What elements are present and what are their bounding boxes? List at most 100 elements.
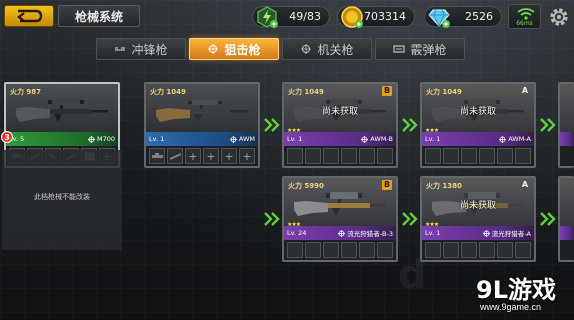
upgrade-arrow-icon	[402, 118, 418, 132]
attachment-slots: + + + +	[149, 148, 255, 164]
upgrade-arrow-icon	[264, 118, 280, 132]
weapon-image-area: 火力 1380 A 尚未获取	[422, 178, 534, 226]
weapon-card-hunter-b3[interactable]: 火力 5990 B ★★★ Lv. 24 流光狩猎者-B-3	[282, 176, 398, 262]
crosshair-icon	[499, 135, 507, 143]
diamond-icon	[428, 9, 450, 28]
star-rating: ★★★	[425, 127, 439, 134]
tab-machinegun[interactable]: 机关枪	[282, 38, 372, 60]
crosshair-icon	[87, 135, 95, 143]
weapon-card-awm-b[interactable]: 火力 1049 B 尚未获取 ★★★ Lv. 1 AWM-B	[282, 82, 398, 168]
crosshair-icon	[482, 229, 490, 237]
weapon-level: Lv. 1	[425, 135, 441, 143]
energy-plus-icon	[257, 6, 278, 28]
upgrade-arrow-icon	[264, 212, 280, 226]
empty-attachment-slot	[377, 242, 393, 258]
tab-shotgun-label: 霰弹枪	[410, 42, 447, 57]
weapon-card-awm[interactable]: 火力 1049 Lv. 1 AWM + + + +	[144, 82, 260, 168]
empty-attachment-slot	[461, 242, 477, 258]
add-attachment-button[interactable]: +	[185, 148, 201, 164]
weapon-image-area: 火力 5990 B	[284, 178, 396, 226]
empty-attachment-slot	[359, 148, 375, 164]
watermark-url: www.9game.cn	[480, 302, 542, 312]
weapon-info-bar: ★★★ Lv. 1 AWM-A	[422, 127, 534, 146]
weapon-info-bar: ★★★ Lv. 1 流光狩猎者-A	[422, 221, 534, 240]
tab-smg[interactable]: 冲锋枪	[96, 38, 186, 60]
weapon-card-partial[interactable]	[558, 82, 574, 168]
weapon-info-bar	[560, 226, 574, 240]
weapon-image-area	[560, 84, 574, 132]
star-rating: ★★★	[287, 127, 301, 134]
diamond-value: 2526	[465, 10, 493, 23]
energy-value: 49/83	[289, 10, 321, 23]
weapon-name-group: 流光狩猎者-B-3	[338, 228, 393, 238]
upgrade-arrow-icon	[540, 212, 556, 226]
top-bar: 枪械系统 49/83 703314 2526 66ms	[0, 0, 574, 32]
star-rating: ★★★	[425, 221, 439, 228]
tab-shotgun[interactable]: 霰弹枪	[375, 38, 465, 60]
weapon-card-hunter-a[interactable]: 火力 1380 A 尚未获取 ★★★ Lv. 1 流光狩猎者-A	[420, 176, 536, 262]
back-button[interactable]	[4, 5, 54, 27]
diamond-counter[interactable]: 2526	[424, 6, 502, 28]
barrel-attachment-icon	[169, 152, 181, 160]
tab-machinegun-label: 机关枪	[317, 42, 354, 57]
attachment-slots	[287, 148, 393, 164]
weapon-name: 流光狩猎者-A	[491, 230, 531, 238]
weapon-level: Lv. 24	[287, 229, 307, 237]
empty-attachment-slot	[515, 148, 531, 164]
empty-attachment-slot	[479, 148, 495, 164]
rifle-icon	[16, 99, 108, 122]
ping-label: 66ms	[516, 20, 533, 27]
add-attachment-button[interactable]: +	[221, 148, 237, 164]
weapon-name: AWM-B	[370, 135, 393, 143]
attachment-slot[interactable]	[167, 148, 183, 164]
energy-counter[interactable]: 49/83	[252, 6, 330, 28]
weapon-name-group: AWM-B	[361, 135, 393, 143]
attachment-slots	[425, 148, 531, 164]
tab-sniper[interactable]: 狙击枪	[189, 38, 279, 60]
empty-attachment-slot	[359, 242, 375, 258]
empty-attachment-slot	[479, 242, 495, 258]
upgrade-arrow-icon	[540, 118, 556, 132]
weapon-name-group: 流光狩猎者-A	[482, 228, 531, 238]
weapon-name-group: M700	[87, 135, 115, 143]
weapon-info-bar: ★★★ Lv. 1 AWM-B	[284, 127, 396, 146]
attachment-slot[interactable]	[149, 148, 165, 164]
weapon-category-tabs: 冲锋枪 狙击枪 机关枪 霰弹枪	[96, 38, 465, 60]
crosshair-icon	[208, 44, 219, 54]
weapon-image-area	[560, 178, 574, 226]
gear-icon[interactable]	[547, 5, 571, 29]
weapon-image-area: 火力 987	[6, 84, 118, 132]
empty-attachment-slot	[497, 148, 513, 164]
empty-attachment-slot	[461, 148, 477, 164]
crosshair-icon	[338, 229, 346, 237]
scope-attachment-icon	[151, 152, 163, 158]
empty-attachment-slot	[323, 242, 339, 258]
not-acquired-label: 尚未获取	[459, 201, 496, 211]
weapon-level: Lv. 5	[9, 135, 25, 143]
gold-counter[interactable]: 703314	[337, 6, 415, 28]
no-modification-text: 此档枪械不能改装	[34, 193, 90, 201]
weapon-info-bar	[560, 132, 574, 146]
empty-attachment-slot	[443, 242, 459, 258]
weapon-card-partial[interactable]	[558, 176, 574, 262]
weapon-info-bar: Lv. 1 AWM	[146, 132, 258, 146]
weapon-info-bar: Lv. 5 M700	[6, 132, 118, 146]
weapon-info-bar: ★★★ Lv. 24 流光狩猎者-B-3	[284, 221, 396, 240]
empty-attachment-slot	[323, 148, 339, 164]
site-watermark: 9L游戏 www.9game.cn	[476, 270, 572, 318]
not-acquired-label: 尚未获取	[321, 107, 358, 117]
gold-value: 703314	[364, 10, 406, 23]
add-attachment-button[interactable]: +	[239, 148, 255, 164]
page-title: 枪械系统	[58, 5, 140, 27]
empty-attachment-slot	[497, 242, 513, 258]
empty-attachment-slot	[305, 242, 321, 258]
weapon-card-awm-a[interactable]: 火力 1049 A 尚未获取 ★★★ Lv. 1 AWM-A	[420, 82, 536, 168]
weapon-name: AWM	[238, 135, 255, 143]
rifle-icon	[294, 192, 386, 216]
back-arrow-icon	[17, 9, 43, 23]
add-attachment-button[interactable]: +	[203, 148, 219, 164]
smg-icon	[115, 47, 126, 51]
empty-attachment-slot	[287, 242, 303, 258]
shotgun-icon	[393, 45, 406, 53]
weapon-image-area: 火力 1049 A 尚未获取	[422, 84, 534, 132]
